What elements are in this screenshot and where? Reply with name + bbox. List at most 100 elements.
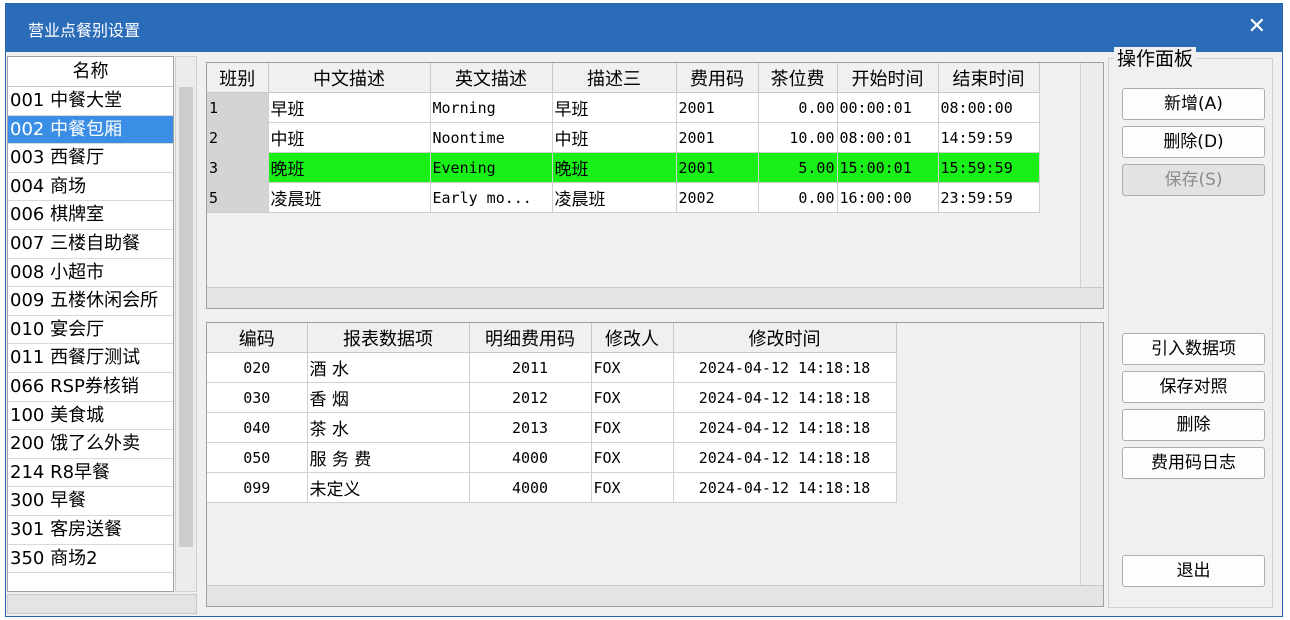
mapping-column-header[interactable]: 编码 xyxy=(207,323,308,353)
outlet-list-item[interactable]: 003 西餐厅 xyxy=(8,144,173,173)
import-items-button[interactable]: 引入数据项 xyxy=(1122,333,1265,365)
shift-column-header[interactable]: 中文描述 xyxy=(268,63,431,93)
shift-cell-zh[interactable]: 晚班 xyxy=(268,152,431,183)
outlet-list-item[interactable]: 009 五楼休闲会所 xyxy=(8,287,173,316)
shift-column-header[interactable]: 英文描述 xyxy=(430,63,553,93)
mapping-cell-fee[interactable]: 2012 xyxy=(469,382,592,413)
outlet-list-item[interactable]: 066 RSP券核销 xyxy=(8,373,173,402)
mapping-cell-code[interactable]: 099 xyxy=(207,472,308,503)
outlet-list-item[interactable]: 007 三楼自助餐 xyxy=(8,230,173,259)
mapping-cell-user[interactable]: FOX xyxy=(591,412,674,443)
shift-row[interactable]: 5 凌晨班 Early mo... 凌晨班 2002 0.00 16:00:00 23:59:… xyxy=(207,182,1040,213)
shift-cell-code[interactable]: 2001 xyxy=(676,92,759,123)
mapping-cell-user[interactable]: FOX xyxy=(591,472,674,503)
shift-cell-en[interactable]: Early mo... xyxy=(430,182,553,213)
outlet-list-item[interactable]: 001 中餐大堂 xyxy=(8,87,173,116)
shift-column-header[interactable]: 描述三 xyxy=(552,63,677,93)
mapping-cell-user[interactable]: FOX xyxy=(591,442,674,473)
shift-cell-id[interactable]: 5 xyxy=(207,182,269,213)
outlet-list-hscrollbar[interactable] xyxy=(7,594,197,614)
delete-button[interactable]: 删除(D) xyxy=(1122,126,1265,158)
outlet-list-item[interactable]: 008 小超市 xyxy=(8,259,173,288)
mapping-cell-time[interactable]: 2024-04-12 14:18:18 xyxy=(673,472,897,503)
exit-button[interactable]: 退出 xyxy=(1122,555,1265,587)
shift-cell-tea[interactable]: 0.00 xyxy=(758,182,838,213)
mapping-cell-time[interactable]: 2024-04-12 14:18:18 xyxy=(673,352,897,383)
shift-column-header[interactable]: 费用码 xyxy=(676,63,759,93)
shift-cell-en[interactable]: Noontime xyxy=(430,122,553,153)
mapping-row[interactable]: 030 香 烟 2012 FOX 2024-04-12 14:18:18 xyxy=(207,382,897,413)
shift-row[interactable]: 3 晚班 Evening 晚班 2001 5.00 15:00:01 15:59:59 xyxy=(207,152,1040,183)
mapping-cell-fee[interactable]: 2013 xyxy=(469,412,592,443)
shift-column-header[interactable]: 开始时间 xyxy=(837,63,939,93)
shift-cell-id[interactable]: 1 xyxy=(207,92,269,123)
outlet-list-vscrollbar[interactable] xyxy=(175,56,197,592)
mapping-cell-code[interactable]: 030 xyxy=(207,382,308,413)
shift-cell-desc3[interactable]: 晚班 xyxy=(552,152,677,183)
shift-grid-vscrollbar[interactable] xyxy=(1080,63,1103,290)
mapping-cell-item[interactable]: 酒 水 xyxy=(307,352,470,383)
shift-cell-en[interactable]: Morning xyxy=(430,92,553,123)
mapping-cell-user[interactable]: FOX xyxy=(591,352,674,383)
mapping-cell-code[interactable]: 050 xyxy=(207,442,308,473)
mapping-cell-item[interactable]: 未定义 xyxy=(307,472,470,503)
shift-cell-end[interactable]: 23:59:59 xyxy=(938,182,1040,213)
mapping-cell-fee[interactable]: 2011 xyxy=(469,352,592,383)
shift-cell-tea[interactable]: 0.00 xyxy=(758,92,838,123)
outlet-list-item[interactable]: 300 早餐 xyxy=(8,487,173,516)
mapping-cell-code[interactable]: 040 xyxy=(207,412,308,443)
shift-cell-code[interactable]: 2002 xyxy=(676,182,759,213)
mapping-row[interactable]: 099 未定义 4000 FOX 2024-04-12 14:18:18 xyxy=(207,472,897,503)
shift-cell-start[interactable]: 08:00:01 xyxy=(837,122,939,153)
mapping-cell-item[interactable]: 服 务 费 xyxy=(307,442,470,473)
save-button[interactable]: 保存(S) xyxy=(1122,164,1265,196)
mapping-cell-fee[interactable]: 4000 xyxy=(469,442,592,473)
outlet-list-item[interactable]: 011 西餐厅测试 xyxy=(8,344,173,373)
mapping-cell-time[interactable]: 2024-04-12 14:18:18 xyxy=(673,442,897,473)
shift-cell-start[interactable]: 15:00:01 xyxy=(837,152,939,183)
outlet-list-item[interactable]: 100 美食城 xyxy=(8,402,173,431)
title-bar[interactable]: 营业点餐别设置 ✕ xyxy=(6,4,1282,52)
scroll-thumb[interactable] xyxy=(179,87,193,547)
shift-cell-end[interactable]: 14:59:59 xyxy=(938,122,1040,153)
shift-column-header[interactable]: 结束时间 xyxy=(938,63,1040,93)
shift-row[interactable]: 1 早班 Morning 早班 2001 0.00 00:00:01 08:00:00 xyxy=(207,92,1040,123)
mapping-row[interactable]: 050 服 务 费 4000 FOX 2024-04-12 14:18:18 xyxy=(207,442,897,473)
shift-cell-en[interactable]: Evening xyxy=(430,152,553,183)
close-icon[interactable]: ✕ xyxy=(1248,16,1266,38)
outlet-list-item[interactable]: 301 客房送餐 xyxy=(8,516,173,545)
shift-row[interactable]: 2 中班 Noontime 中班 2001 10.00 08:00:01 14:59:59 xyxy=(207,122,1040,153)
mapping-column-header[interactable]: 修改时间 xyxy=(673,323,897,353)
outlet-list-item[interactable]: 200 饿了么外卖 xyxy=(8,430,173,459)
mapping-cell-item[interactable]: 茶 水 xyxy=(307,412,470,443)
shift-cell-zh[interactable]: 凌晨班 xyxy=(268,182,431,213)
mapping-column-header[interactable]: 报表数据项 xyxy=(307,323,470,353)
shift-cell-id[interactable]: 3 xyxy=(207,152,269,183)
shift-cell-id[interactable]: 2 xyxy=(207,122,269,153)
shift-cell-code[interactable]: 2001 xyxy=(676,152,759,183)
delete-mapping-button[interactable]: 删除 xyxy=(1122,409,1265,441)
shift-cell-start[interactable]: 00:00:01 xyxy=(837,92,939,123)
outlet-list-item[interactable]: 006 棋牌室 xyxy=(8,201,173,230)
mapping-cell-code[interactable]: 020 xyxy=(207,352,308,383)
mapping-cell-fee[interactable]: 4000 xyxy=(469,472,592,503)
outlet-list[interactable]: 名称 001 中餐大堂 002 中餐包厢 003 西餐厅 004 商场 006 棋牌室 0… xyxy=(7,56,174,592)
shift-cell-start[interactable]: 16:00:00 xyxy=(837,182,939,213)
shift-cell-desc3[interactable]: 早班 xyxy=(552,92,677,123)
shift-cell-tea[interactable]: 5.00 xyxy=(758,152,838,183)
mapping-cell-item[interactable]: 香 烟 xyxy=(307,382,470,413)
mapping-grid[interactable]: 编码 报表数据项 明细费用码 修改人 修改时间 020 酒 水 2011 FOX 2024-04… xyxy=(206,322,1104,607)
shift-cell-end[interactable]: 08:00:00 xyxy=(938,92,1040,123)
add-button[interactable]: 新增(A) xyxy=(1122,88,1265,120)
outlet-list-item[interactable]: 214 R8早餐 xyxy=(8,459,173,488)
outlet-list-item[interactable]: 010 宴会厅 xyxy=(8,316,173,345)
shift-cell-zh[interactable]: 中班 xyxy=(268,122,431,153)
mapping-cell-time[interactable]: 2024-04-12 14:18:18 xyxy=(673,412,897,443)
mapping-column-header[interactable]: 明细费用码 xyxy=(469,323,592,353)
outlet-list-item[interactable]: 002 中餐包厢 xyxy=(8,115,173,145)
fee-code-log-button[interactable]: 费用码日志 xyxy=(1122,447,1265,479)
mapping-grid-vscrollbar[interactable] xyxy=(1080,323,1103,588)
outlet-list-item[interactable]: 004 商场 xyxy=(8,173,173,202)
mapping-grid-hscrollbar[interactable] xyxy=(207,585,1103,606)
shift-cell-tea[interactable]: 10.00 xyxy=(758,122,838,153)
